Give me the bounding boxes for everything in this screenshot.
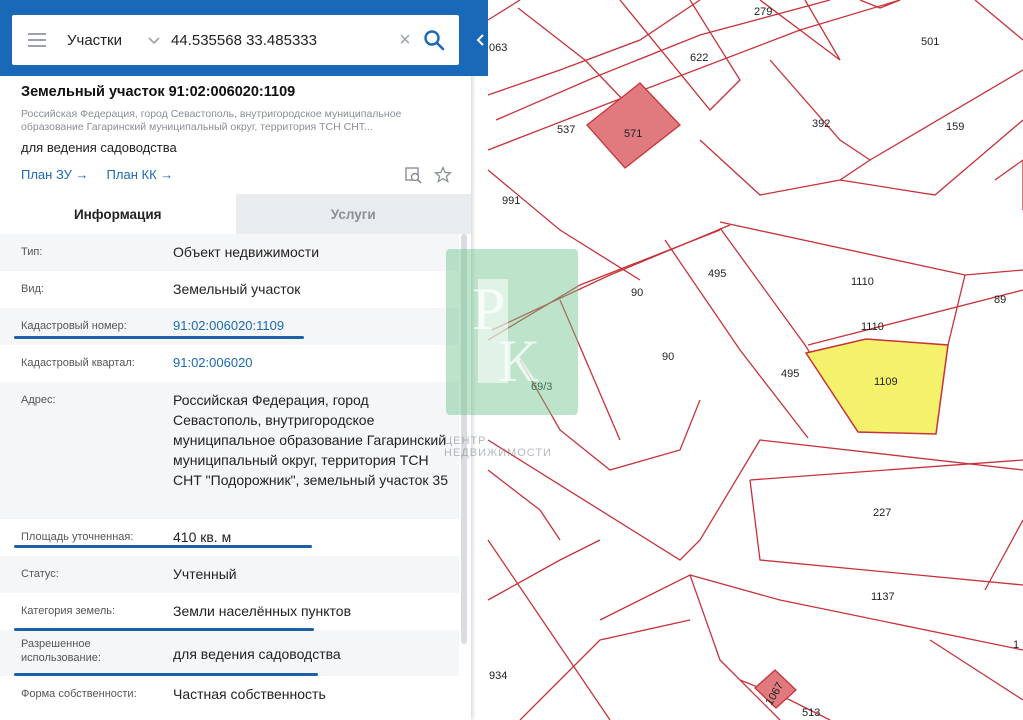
info-row: Кадастровый номер: 91:02:006020:1109 — [0, 308, 459, 345]
zoom-to-icon[interactable] — [404, 166, 422, 184]
plan-links: План ЗУ → План КК → — [21, 167, 173, 182]
info-row: Форма собственности: Частная собственнос… — [0, 676, 459, 716]
info-row: Статус: Учтенный — [0, 556, 459, 593]
map-label: 063 — [489, 42, 507, 54]
info-label: Статус: — [21, 568, 59, 580]
plan-kk-label: План КК — [106, 167, 157, 182]
highlight-underline — [14, 336, 304, 339]
map-label: 1137 — [871, 591, 895, 603]
map-label: 513 — [802, 707, 820, 719]
plan-zu-label: План ЗУ — [21, 167, 72, 182]
info-label: Тип: — [21, 246, 43, 258]
plan-zu-link[interactable]: План ЗУ → — [21, 167, 89, 182]
map-label: 495 — [708, 268, 726, 280]
chevron-down-icon[interactable] — [147, 33, 161, 47]
map-label: 991 — [502, 195, 520, 207]
watermark-logo: Р К — [446, 249, 578, 415]
highlight-underline — [14, 545, 312, 548]
tab-services[interactable]: Услуги — [235, 194, 471, 234]
info-row: Тип: Объект недвижимости — [0, 234, 459, 271]
header-tools — [404, 166, 452, 184]
layer-select[interactable]: Участки — [67, 32, 147, 49]
map-label: 90 — [662, 351, 674, 363]
info-row: Вид: Земельный участок — [0, 271, 459, 308]
chevron-left-icon[interactable] — [475, 33, 485, 47]
cadastral-quarter-link[interactable]: 91:02:006020 — [152, 353, 459, 373]
cadastral-number-link[interactable]: 91:02:006020:1109 — [152, 316, 459, 336]
info-value: Объект недвижимости — [173, 244, 320, 260]
map-label: 501 — [921, 36, 939, 48]
info-row: Площадь уточненная: 410 кв. м — [0, 519, 459, 556]
info-row: Кадастровый квартал: 91:02:006020 — [0, 345, 459, 382]
highlight-underline — [14, 628, 314, 631]
map-label: 1110 — [861, 321, 884, 333]
info-label: Вид: — [21, 283, 44, 295]
menu-icon[interactable] — [28, 33, 46, 47]
info-label: Кадастровый номер: — [21, 320, 127, 332]
info-value: Земельный участок — [173, 281, 301, 297]
map-label: 279 — [754, 6, 772, 18]
address-summary: Российская Федерация, город Севастополь,… — [21, 108, 402, 133]
map-label: 90 — [631, 287, 643, 299]
info-label: Кадастровый квартал: — [21, 357, 135, 369]
info-panel: Участки 44.535568 33.485333 × Земельный … — [0, 0, 488, 720]
search-input[interactable]: 44.535568 33.485333 — [171, 32, 395, 49]
search-icon[interactable] — [423, 29, 445, 51]
map-label: 622 — [690, 52, 708, 64]
search-bar: Участки 44.535568 33.485333 × — [0, 0, 488, 76]
close-icon[interactable]: × — [395, 30, 415, 50]
watermark-letter-k: К — [498, 328, 539, 394]
parcel-header: Земельный участок 91:02:006020:1109 Росс… — [21, 84, 451, 155]
map-label: 1109 — [874, 376, 898, 388]
map-label: 1110 — [851, 276, 874, 288]
info-label: Форма собственности: — [21, 688, 137, 700]
page-title: Земельный участок 91:02:006020:1109 — [21, 84, 296, 100]
info-value: Частная собственность — [173, 686, 326, 702]
info-row: Разрешенное использование: для ведения с… — [0, 630, 459, 676]
map-label: 1 — [1013, 639, 1019, 651]
map-label: 159 — [946, 121, 964, 133]
info-table: Тип: Объект недвижимости Вид: Земельный … — [0, 234, 459, 716]
watermark-text: ЦЕНТР НЕДВИЖИМОСТИ — [444, 435, 552, 459]
info-value: Учтенный — [173, 566, 237, 582]
map-label: 934 — [489, 670, 507, 682]
info-row: Категория земель: Земли населённых пункт… — [0, 593, 459, 630]
info-value: для ведения садоводства — [173, 646, 341, 662]
info-label: Адрес: — [21, 394, 56, 406]
info-label: Площадь уточненная: — [21, 531, 134, 543]
map-label: 89 — [994, 294, 1006, 306]
star-icon[interactable] — [434, 166, 452, 184]
plan-kk-link[interactable]: План КК → — [107, 167, 174, 182]
search-box: Участки 44.535568 33.485333 × — [12, 15, 459, 65]
info-value: 410 кв. м — [173, 529, 232, 545]
map-label: 571 — [624, 128, 642, 140]
collapse-panel-button[interactable] — [471, 22, 488, 58]
highlight-underline — [14, 673, 318, 676]
purpose-text: для ведения садоводства — [21, 140, 177, 155]
info-row: Адрес: Российская Федерация, город Севас… — [0, 382, 459, 519]
info-value: Российская Федерация, город Севастополь,… — [173, 392, 449, 488]
info-label: Категория земель: — [21, 605, 116, 617]
info-label: Разрешенное использование: — [21, 638, 101, 664]
building-571[interactable] — [586, 82, 681, 169]
map-label: 495 — [781, 368, 799, 380]
info-tabs: Информация Услуги — [0, 194, 471, 234]
tab-information[interactable]: Информация — [0, 194, 236, 234]
map-label: 537 — [557, 124, 575, 136]
info-value: Земли населённых пунктов — [173, 603, 352, 619]
map-label: 392 — [812, 118, 830, 130]
map-label: 227 — [873, 507, 891, 519]
